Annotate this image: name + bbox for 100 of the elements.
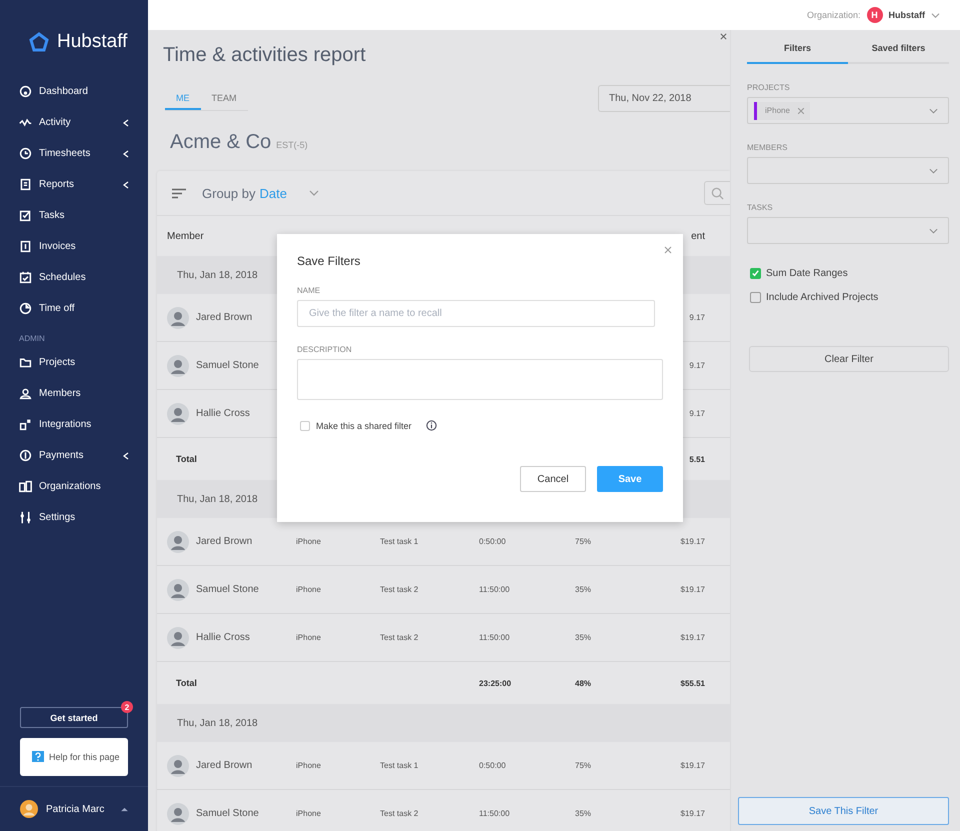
building-icon	[19, 480, 32, 493]
date-field[interactable]: Thu, Nov 22, 2018	[598, 85, 730, 112]
chevron-down-icon	[929, 108, 938, 114]
table-cell-text: iPhone	[296, 761, 322, 770]
nav-item[interactable]: Schedules	[0, 262, 148, 293]
table-cell-text: 35%	[575, 585, 592, 594]
table-cell-text: $19.17	[680, 633, 705, 642]
table-cell-text: 35%	[575, 809, 592, 818]
section-heading: ADMIN	[18, 333, 46, 345]
clear-filter-button[interactable]: Clear Filter	[749, 346, 949, 372]
folder-icon	[19, 356, 32, 369]
checkbox[interactable]	[300, 420, 310, 430]
table-cell-text: iPhone	[296, 585, 322, 594]
calendar-icon	[19, 271, 32, 284]
table-cell-text: Test task 2	[380, 585, 420, 594]
total-label: Total	[176, 678, 197, 688]
info-icon	[426, 420, 437, 431]
description-field[interactable]	[297, 359, 663, 400]
nav-item[interactable]: Time off	[0, 293, 148, 324]
nav-item[interactable]: Organizations	[0, 471, 148, 502]
nav-item[interactable]: Members	[0, 378, 148, 409]
member-name: Samuel Stone	[196, 584, 259, 595]
field-label: DESCRIPTION	[297, 345, 353, 354]
person-icon	[19, 387, 32, 400]
field-label: PROJECTS	[747, 83, 791, 92]
checkbox-label: Make this a shared filter	[316, 420, 412, 430]
avatar	[167, 802, 189, 824]
avatar	[167, 626, 189, 648]
organization-name[interactable]: Hubstaff	[888, 10, 925, 20]
field-label: MEMBERS	[747, 143, 788, 152]
table-cell-text: 5.51	[688, 454, 705, 464]
checkbox[interactable]	[750, 292, 761, 303]
page-title: Time & activities report	[163, 44, 367, 67]
name-field[interactable]: Give the filter a name to recall	[297, 300, 655, 327]
nav-item[interactable]: Settings	[0, 502, 148, 533]
select-field[interactable]	[747, 217, 949, 244]
table-cell-text: Test task 2	[380, 809, 420, 818]
table-cell-text: 75%	[575, 761, 592, 770]
table-cell-text: Test task 2	[380, 633, 420, 642]
sliders-icon	[19, 511, 32, 524]
nav-item[interactable]: Timesheets	[0, 138, 148, 169]
organization-avatar: H	[866, 7, 882, 23]
table-cell-text: 9.17	[688, 409, 705, 418]
dialog-title: Save Filters	[297, 254, 362, 268]
table-cell-text: 48%	[575, 678, 592, 688]
select-field[interactable]	[747, 157, 949, 184]
save-filter-button[interactable]: Save This Filter	[738, 797, 949, 825]
help-button[interactable]: Help for this page	[20, 738, 128, 776]
column-header: Member	[167, 230, 205, 242]
nav-item[interactable]: Reports	[0, 169, 148, 200]
tab[interactable]: TEAM	[200, 86, 248, 110]
checkbox-label: Sum Date Ranges	[766, 268, 848, 279]
table-cell-text: iPhone	[296, 809, 322, 818]
nav-item[interactable]: Payments	[0, 440, 148, 471]
table-cell-text: 0:50:00	[479, 761, 507, 770]
table-cell-text: 35%	[575, 633, 592, 642]
avatar	[167, 578, 189, 600]
avatar	[167, 530, 189, 552]
column-header: ent	[690, 230, 705, 242]
user-name[interactable]: Patricia Marc	[46, 804, 113, 814]
table-cell-text: 9.17	[688, 361, 705, 370]
table-cell-text: 75%	[575, 537, 592, 546]
table-cell-text: $19.17	[680, 585, 705, 594]
brand-name: Hubstaff	[57, 31, 128, 53]
member-name: Hallie Cross	[196, 632, 250, 643]
timezone-label: EST(-5)	[276, 140, 308, 150]
nav-item[interactable]: Invoices	[0, 231, 148, 262]
blocks-icon	[19, 418, 32, 431]
search-icon	[711, 186, 724, 200]
table-cell-text: $19.17	[680, 761, 705, 770]
checkbox[interactable]	[750, 268, 761, 279]
gauge-icon	[19, 85, 32, 98]
avatar	[167, 306, 189, 328]
avatar	[167, 754, 189, 776]
organization-label: Organization:	[806, 10, 860, 20]
group-by-dropdown[interactable]: Group by Date	[196, 184, 325, 202]
nav-item[interactable]: Dashboard	[0, 76, 148, 107]
member-name: Jared Brown	[196, 760, 252, 771]
tab[interactable]: Saved filters	[848, 34, 949, 64]
document-icon	[19, 178, 32, 191]
table-cell-text: $19.17	[680, 537, 705, 546]
close-icon	[720, 33, 727, 40]
table-cell-text: Test task 1	[380, 537, 420, 546]
nav-item[interactable]: Tasks	[0, 200, 148, 231]
nav-item[interactable]: Projects	[0, 347, 148, 378]
table-cell-text: iPhone	[296, 633, 322, 642]
nav-item[interactable]: Activity	[0, 107, 148, 138]
field-label: TASKS	[747, 203, 774, 212]
member-name: Hallie Cross	[196, 408, 250, 419]
table-cell-text: 23:25:00	[479, 678, 512, 688]
tab[interactable]: Filters	[747, 34, 848, 64]
table-cell-text: 11:50:00	[479, 633, 511, 642]
table-cell-text: 11:50:00	[479, 809, 511, 818]
logo-icon	[29, 32, 49, 52]
avatar	[20, 800, 38, 818]
checkbox-label: Include Archived Projects	[766, 292, 878, 303]
cancel-button[interactable]: Cancel	[520, 466, 586, 492]
nav-item[interactable]: Integrations	[0, 409, 148, 440]
member-name: Samuel Stone	[196, 808, 259, 819]
sort-icon	[172, 188, 186, 198]
